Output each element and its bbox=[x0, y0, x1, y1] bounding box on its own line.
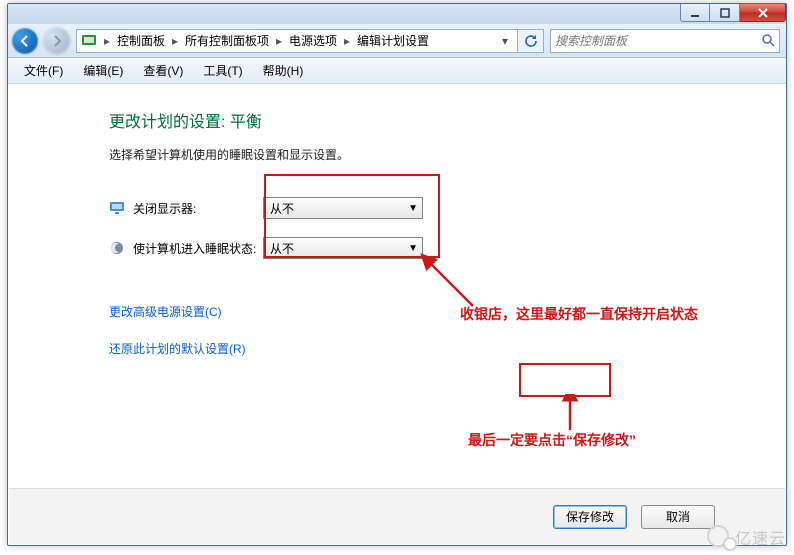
save-button-label: 保存修改 bbox=[566, 508, 614, 525]
cancel-button-label: 取消 bbox=[666, 508, 690, 525]
control-panel-icon bbox=[81, 33, 97, 49]
annotation-text-1: 收银店，这里最好都一直保持开启状态 bbox=[460, 304, 698, 324]
display-off-label: 关闭显示器: bbox=[133, 200, 263, 217]
maximize-button[interactable] bbox=[710, 4, 740, 22]
annotation-highlight-save bbox=[519, 363, 611, 397]
chevron-down-icon: ▼ bbox=[408, 243, 418, 254]
search-box[interactable] bbox=[550, 29, 780, 53]
minimize-button[interactable] bbox=[680, 4, 710, 22]
watermark-text: 亿速云 bbox=[735, 525, 786, 549]
breadcrumb[interactable]: ▸ 控制面板 ▸ 所有控制面板项 ▸ 电源选项 ▸ 编辑计划设置 ▾ bbox=[76, 29, 518, 53]
sleep-icon bbox=[109, 240, 125, 256]
footer-bar: 保存修改 取消 bbox=[9, 488, 785, 544]
menu-bar: 文件(F) 编辑(E) 查看(V) 工具(T) 帮助(H) bbox=[8, 58, 786, 84]
search-input[interactable] bbox=[555, 34, 745, 48]
menu-view[interactable]: 查看(V) bbox=[135, 60, 191, 81]
setting-row-sleep: 使计算机进入睡眠状态: 从不 ▼ bbox=[109, 237, 733, 259]
sleep-label: 使计算机进入睡眠状态: bbox=[133, 240, 263, 257]
refresh-button[interactable] bbox=[518, 29, 544, 53]
annotation-text-2: 最后一定要点击“保存修改” bbox=[468, 430, 636, 450]
display-off-value: 从不 bbox=[270, 200, 294, 217]
cancel-button[interactable]: 取消 bbox=[641, 505, 715, 529]
caption-bar bbox=[8, 4, 786, 24]
control-panel-window: ▸ 控制面板 ▸ 所有控制面板项 ▸ 电源选项 ▸ 编辑计划设置 ▾ 文件(F)… bbox=[7, 3, 787, 546]
minimize-icon bbox=[689, 8, 701, 18]
watermark: 亿速云 bbox=[707, 525, 786, 549]
maximize-icon bbox=[719, 8, 731, 18]
menu-edit[interactable]: 编辑(E) bbox=[75, 60, 131, 81]
page-title: 更改计划的设置: 平衡 bbox=[109, 108, 733, 132]
sleep-value: 从不 bbox=[270, 240, 294, 257]
breadcrumb-seg-2[interactable]: 电源选项 bbox=[285, 30, 341, 52]
sleep-dropdown[interactable]: 从不 ▼ bbox=[263, 237, 423, 259]
display-off-dropdown[interactable]: 从不 ▼ bbox=[263, 197, 423, 219]
save-button[interactable]: 保存修改 bbox=[553, 505, 627, 529]
back-button[interactable] bbox=[12, 28, 38, 54]
chevron-right-icon: ▸ bbox=[169, 34, 181, 48]
menu-tools[interactable]: 工具(T) bbox=[195, 60, 250, 81]
address-bar-row: ▸ 控制面板 ▸ 所有控制面板项 ▸ 电源选项 ▸ 编辑计划设置 ▾ bbox=[8, 24, 786, 58]
chevron-right-icon: ▸ bbox=[273, 34, 285, 48]
link-restore-defaults[interactable]: 还原此计划的默认设置(R) bbox=[109, 340, 733, 357]
arrow-left-icon bbox=[19, 35, 31, 47]
breadcrumb-seg-0[interactable]: 控制面板 bbox=[113, 30, 169, 52]
forward-button[interactable] bbox=[44, 28, 70, 54]
search-icon bbox=[761, 33, 775, 50]
breadcrumb-dropdown[interactable]: ▾ bbox=[495, 32, 515, 50]
chevron-right-icon: ▸ bbox=[341, 34, 353, 48]
close-button[interactable] bbox=[740, 4, 786, 22]
chevron-right-icon: ▸ bbox=[101, 34, 113, 48]
setting-row-display: 关闭显示器: 从不 ▼ bbox=[109, 197, 733, 219]
page-description: 选择希望计算机使用的睡眠设置和显示设置。 bbox=[109, 146, 733, 163]
refresh-icon bbox=[524, 34, 538, 48]
arrow-right-icon bbox=[51, 35, 63, 47]
menu-help[interactable]: 帮助(H) bbox=[255, 60, 312, 81]
monitor-icon bbox=[109, 200, 125, 216]
breadcrumb-seg-3[interactable]: 编辑计划设置 bbox=[353, 30, 433, 52]
chevron-down-icon: ▼ bbox=[408, 203, 418, 214]
nav-arrows bbox=[12, 27, 70, 55]
menu-file[interactable]: 文件(F) bbox=[16, 60, 71, 81]
breadcrumb-seg-1[interactable]: 所有控制面板项 bbox=[181, 30, 273, 52]
close-icon bbox=[757, 8, 769, 18]
